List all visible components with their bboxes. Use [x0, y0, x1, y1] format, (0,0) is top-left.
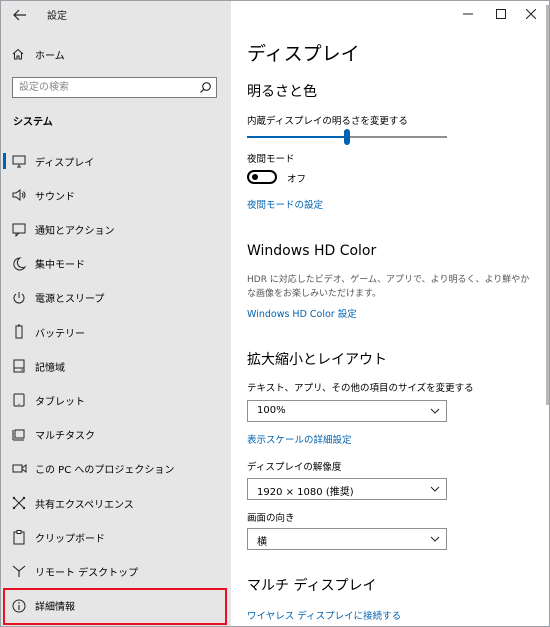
chevron-down-icon — [430, 408, 440, 414]
multi-display-heading: マルチ ディスプレイ — [247, 578, 377, 594]
sidebar-item-label: 通知とアクション — [35, 225, 115, 237]
speaker-icon — [12, 189, 26, 202]
scrollbar[interactable] — [546, 5, 549, 621]
brightness-label: 内蔵ディスプレイの明るさを変更する — [247, 116, 408, 127]
sidebar: 設定 ホーム システム ディスプレイサウンド通知とアクション集中モード電源とスリ… — [1, 1, 231, 626]
wireless-display-link[interactable]: ワイヤレス ディスプレイに接続する — [247, 608, 401, 622]
storage-icon — [13, 359, 25, 373]
chevron-down-icon — [430, 486, 440, 492]
search-icon[interactable] — [199, 81, 212, 94]
page-title: ディスプレイ — [247, 43, 360, 65]
sidebar-item-moon[interactable]: 集中モード — [1, 247, 231, 281]
home-icon — [12, 48, 24, 60]
highlight-box — [3, 588, 227, 625]
sidebar-item-monitor[interactable]: ディスプレイ — [1, 144, 231, 178]
night-light-toggle[interactable] — [247, 170, 277, 184]
sidebar-item-label: この PC へのプロジェクション — [35, 465, 175, 477]
sidebar-item-clipboard[interactable]: クリップボード — [1, 520, 231, 554]
hd-color-heading: Windows HD Color — [247, 243, 377, 259]
orientation-dropdown[interactable]: 横 — [247, 528, 447, 550]
chevron-down-icon — [430, 536, 440, 542]
resolution-dropdown[interactable]: 1920 × 1080 (推奨) — [247, 478, 447, 500]
search-box[interactable] — [12, 77, 217, 98]
scale-label: テキスト、アプリ、その他の項目のサイズを変更する — [247, 383, 474, 394]
sidebar-item-label: 集中モード — [35, 260, 85, 272]
sidebar-item-label: クリップボード — [35, 533, 105, 545]
sidebar-item-multitask[interactable]: マルチタスク — [1, 418, 231, 452]
scale-layout-heading: 拡大縮小とレイアウト — [247, 352, 387, 368]
brightness-slider[interactable] — [247, 129, 447, 145]
sidebar-item-label: リモート デスクトップ — [35, 567, 139, 579]
clipboard-icon — [13, 530, 25, 545]
close-button[interactable] — [513, 1, 549, 27]
sidebar-item-tablet[interactable]: タブレット — [1, 383, 231, 417]
minimize-button[interactable] — [450, 1, 486, 27]
moon-icon — [13, 257, 27, 271]
scale-value: 100% — [257, 405, 286, 416]
settings-window: 設定 ホーム システム ディスプレイサウンド通知とアクション集中モード電源とスリ… — [0, 0, 550, 627]
sidebar-item-speaker[interactable]: サウンド — [1, 178, 231, 212]
sidebar-item-storage[interactable]: 記憶域 — [1, 349, 231, 383]
sidebar-item-remote-desktop[interactable]: リモート デスクトップ — [1, 554, 231, 588]
sidebar-item-battery[interactable]: バッテリー — [1, 315, 231, 349]
search-input[interactable] — [19, 80, 194, 94]
night-light-settings-link[interactable]: 夜間モードの設定 — [247, 197, 323, 211]
projection-icon — [12, 463, 27, 473]
sidebar-item-label: タブレット — [35, 396, 85, 408]
advanced-scaling-link[interactable]: 表示スケールの詳細設定 — [247, 432, 352, 446]
sidebar-item-projection[interactable]: この PC へのプロジェクション — [1, 452, 231, 486]
notification-icon — [12, 223, 26, 238]
home-label: ホーム — [35, 50, 65, 62]
sidebar-item-label: マルチタスク — [35, 431, 95, 443]
orientation-label: 画面の向き — [247, 513, 295, 524]
sidebar-item-label: 共有エクスペリエンス — [35, 499, 134, 511]
sidebar-item-notification[interactable]: 通知とアクション — [1, 212, 231, 246]
maximize-icon — [496, 9, 506, 19]
main-content: ディスプレイ 明るさと色 内蔵ディスプレイの明るさを変更する 夜間モード オフ … — [231, 1, 549, 626]
multitask-icon — [12, 429, 25, 441]
sidebar-item-label: ディスプレイ — [35, 157, 95, 169]
tablet-icon — [13, 393, 25, 407]
sidebar-item-shared-experiences[interactable]: 共有エクスペリエンス — [1, 486, 231, 520]
shared-experiences-icon — [12, 496, 26, 510]
scale-dropdown[interactable]: 100% — [247, 400, 447, 422]
hd-color-settings-link[interactable]: Windows HD Color 設定 — [247, 306, 357, 320]
sidebar-item-label: サウンド — [35, 191, 75, 203]
sidebar-item-power[interactable]: 電源とスリープ — [1, 281, 231, 315]
resolution-label: ディスプレイの解像度 — [247, 462, 342, 473]
night-light-state: オフ — [287, 174, 307, 185]
sidebar-item-label: 記憶域 — [35, 362, 65, 374]
resolution-value: 1920 × 1080 (推奨) — [257, 487, 354, 498]
close-icon — [526, 9, 536, 19]
back-arrow-icon[interactable] — [11, 6, 29, 24]
monitor-icon — [12, 155, 26, 168]
remote-desktop-icon — [12, 565, 26, 578]
night-light-toggle-knob — [252, 174, 258, 180]
orientation-value: 横 — [257, 537, 267, 548]
battery-icon — [15, 324, 23, 339]
sidebar-item-label: バッテリー — [35, 328, 85, 340]
brightness-slider-thumb[interactable] — [344, 129, 350, 145]
brightness-heading: 明るさと色 — [247, 84, 317, 100]
section-label: システム — [13, 117, 53, 128]
brightness-slider-fill — [247, 136, 347, 138]
home-nav-item[interactable]: ホーム — [11, 45, 65, 63]
power-icon — [13, 291, 25, 304]
sidebar-item-label: 電源とスリープ — [35, 294, 105, 306]
minimize-icon — [463, 13, 473, 15]
hd-color-description: HDR に対応したビデオ、ゲーム、アプリで、より明るく、より鮮やかな画像をお楽し… — [247, 275, 530, 299]
night-light-label: 夜間モード — [247, 154, 295, 165]
scrollbar-thumb[interactable] — [546, 5, 549, 405]
window-title: 設定 — [47, 11, 67, 22]
